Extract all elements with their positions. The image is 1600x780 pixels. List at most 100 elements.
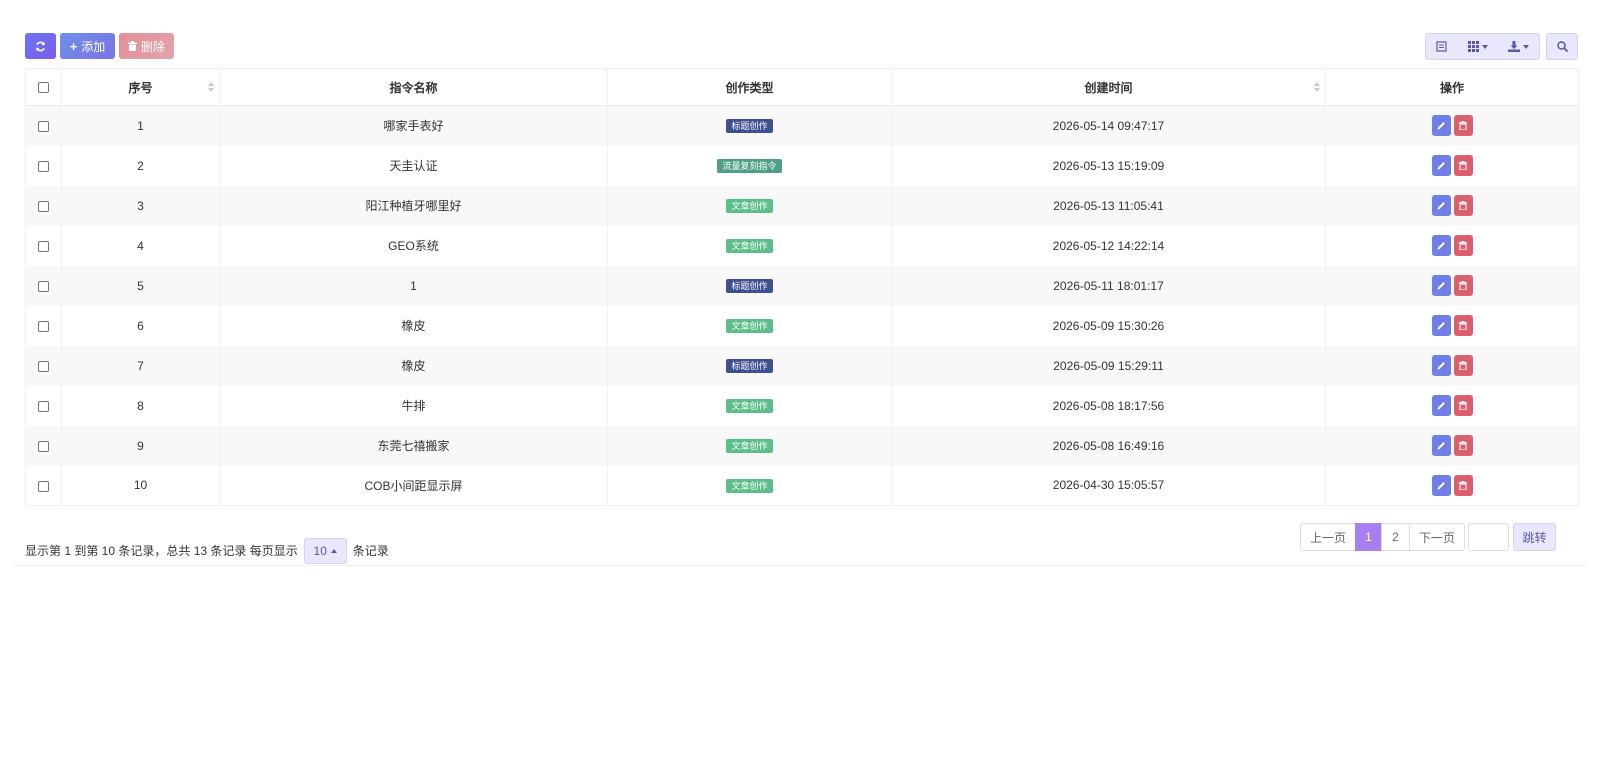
type-badge: 标题创作 [726, 359, 773, 373]
delete-row-button[interactable] [1453, 155, 1473, 176]
pencil-icon [1432, 315, 1451, 336]
seq-cell: 2 [61, 145, 220, 186]
edit-button[interactable] [1431, 355, 1451, 376]
created-cell: 2026-05-09 15:29:11 [891, 345, 1326, 386]
delete-row-button[interactable] [1453, 435, 1473, 456]
jump-page-input[interactable] [1468, 523, 1509, 551]
delete-row-button[interactable] [1453, 395, 1473, 416]
table-row: 10 COB小间距显示屏 文章创作 2026-04-30 15:05:57 [25, 465, 1579, 506]
instruction-table: 序号 指令名称 创作类型 创建时间 操作 1 哪家手表好 标题创作 2026-05-1… [25, 68, 1579, 506]
column-header-created[interactable]: 创建时间 [891, 68, 1326, 106]
row-select-cell [25, 185, 62, 226]
delete-row-button[interactable] [1453, 315, 1473, 336]
page-2-button[interactable]: 2 [1381, 523, 1410, 551]
edit-button[interactable] [1431, 395, 1451, 416]
delete-row-button[interactable] [1453, 275, 1473, 296]
pencil-icon [1432, 395, 1451, 416]
row-checkbox[interactable] [38, 200, 49, 212]
delete-button[interactable]: 删除 [119, 33, 174, 59]
row-checkbox[interactable] [38, 160, 49, 172]
edit-button[interactable] [1431, 235, 1451, 256]
refresh-icon [36, 41, 45, 51]
select-all-cell [25, 68, 62, 106]
jump-button[interactable]: 跳转 [1513, 523, 1556, 551]
columns-button[interactable] [1457, 33, 1499, 60]
type-cell: 标题创作 [607, 345, 892, 386]
table-header-row: 序号 指令名称 创作类型 创建时间 操作 [25, 68, 1579, 106]
pagination: 上一页 1 2 下一页 [1300, 523, 1465, 551]
edit-button[interactable] [1431, 435, 1451, 456]
seq-cell: 3 [61, 185, 220, 226]
caret-up-icon [330, 549, 337, 553]
name-cell: 阳江种植牙哪里好 [219, 185, 608, 226]
chevron-down-icon [1481, 44, 1488, 49]
actions-cell [1326, 346, 1579, 386]
edit-button[interactable] [1431, 155, 1451, 176]
edit-button[interactable] [1431, 195, 1451, 216]
pencil-icon [1432, 435, 1451, 456]
actions-cell [1326, 106, 1579, 146]
edit-button[interactable] [1431, 315, 1451, 336]
name-cell: 天圭认证 [219, 145, 608, 186]
table-row: 6 橡皮 文章创作 2026-05-09 15:30:26 [25, 305, 1579, 346]
delete-row-button[interactable] [1453, 355, 1473, 376]
sort-icon [1314, 82, 1320, 92]
name-cell: 牛排 [219, 385, 608, 426]
toggle-view-button[interactable] [1425, 33, 1458, 60]
created-cell: 2026-05-08 16:49:16 [891, 425, 1326, 466]
grid-icon [1467, 41, 1479, 52]
column-header-seq-label: 序号 [128, 80, 153, 95]
sort-icon [208, 82, 214, 92]
row-checkbox[interactable] [38, 240, 49, 252]
next-page-button[interactable]: 下一页 [1409, 523, 1465, 551]
created-cell: 2026-05-11 18:01:17 [891, 265, 1326, 306]
export-button[interactable] [1498, 33, 1540, 60]
name-cell: 东莞七禧搬家 [219, 425, 608, 466]
delete-row-button[interactable] [1453, 195, 1473, 216]
edit-button[interactable] [1431, 275, 1451, 296]
type-badge: 文章创作 [726, 199, 773, 213]
row-checkbox[interactable] [38, 280, 49, 292]
row-checkbox[interactable] [38, 480, 49, 492]
created-cell: 2026-04-30 15:05:57 [891, 465, 1326, 506]
prev-page-button[interactable]: 上一页 [1300, 523, 1356, 551]
row-checkbox[interactable] [38, 320, 49, 332]
column-header-seq[interactable]: 序号 [61, 68, 220, 106]
search-button[interactable] [1546, 33, 1578, 60]
edit-button[interactable] [1431, 474, 1451, 496]
refresh-button[interactable] [25, 33, 56, 59]
created-cell: 2026-05-08 18:17:56 [891, 385, 1326, 426]
page-size-select[interactable]: 10 [303, 538, 347, 564]
row-checkbox[interactable] [38, 121, 49, 133]
table-row: 2 天圭认证 流量复刻指令 2026-05-13 15:19:09 [25, 145, 1579, 186]
trash-icon [1454, 155, 1473, 176]
table-row: 8 牛排 文章创作 2026-05-08 18:17:56 [25, 385, 1579, 426]
actions-cell [1326, 426, 1579, 466]
row-select-cell [25, 105, 62, 146]
trash-icon [1454, 355, 1473, 376]
row-checkbox[interactable] [38, 400, 49, 412]
delete-row-button[interactable] [1453, 235, 1473, 256]
delete-row-button[interactable] [1453, 474, 1473, 496]
table-panel: + 添加 删除 序号 指令名称 创作类型 创建时间 操作 1 哪家手表好 标题创… [12, 18, 1588, 566]
row-select-cell [25, 305, 62, 346]
plus-icon: + [69, 38, 78, 54]
edit-button[interactable] [1431, 115, 1451, 137]
row-checkbox[interactable] [38, 360, 49, 372]
page-1-button[interactable]: 1 [1355, 523, 1382, 551]
table-row: 4 GEO系统 文章创作 2026-05-12 14:22:14 [25, 225, 1579, 266]
pencil-icon [1432, 235, 1451, 256]
trash-icon [127, 41, 137, 51]
type-badge: 标题创作 [726, 279, 773, 293]
type-badge: 文章创作 [726, 239, 773, 253]
add-button[interactable]: + 添加 [60, 33, 115, 59]
delete-row-button[interactable] [1453, 115, 1473, 137]
seq-cell: 1 [61, 105, 220, 146]
type-cell: 文章创作 [607, 385, 892, 426]
table-row: 5 1 标题创作 2026-05-11 18:01:17 [25, 265, 1579, 306]
created-cell: 2026-05-09 15:30:26 [891, 305, 1326, 346]
pencil-icon [1432, 355, 1451, 376]
type-badge: 文章创作 [726, 319, 773, 333]
select-all-checkbox[interactable] [38, 82, 49, 94]
row-checkbox[interactable] [38, 440, 49, 452]
